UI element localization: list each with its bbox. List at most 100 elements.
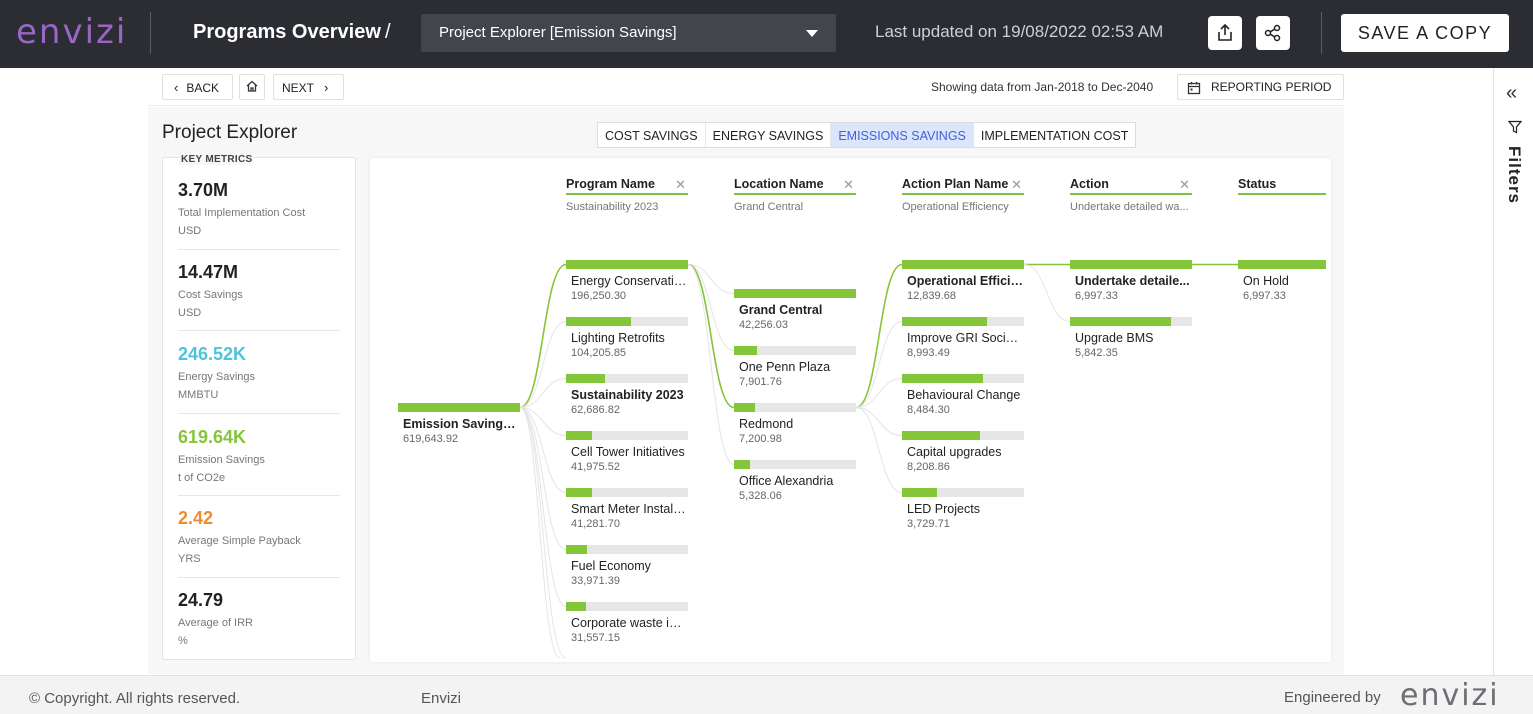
tree-node[interactable]: Office Alexandria 5,328.06 [734, 460, 856, 502]
node-bar [566, 374, 688, 383]
tree-node[interactable]: Grand Central 42,256.03 [734, 289, 856, 331]
tree-node[interactable]: Sustainability 2023 62,686.82 [566, 374, 688, 416]
tab-energy-savings[interactable]: ENERGY SAVINGS [706, 123, 832, 147]
node-bar [902, 260, 1024, 269]
node-label: Upgrade BMS [1075, 331, 1154, 345]
tree-link [519, 407, 567, 659]
metric-label: Cost Savings [178, 289, 243, 301]
tree-node[interactable]: On Hold 6,997.33 [1238, 260, 1326, 302]
tree-node[interactable]: Undertake detaile... 6,997.33 [1070, 260, 1192, 302]
header-divider [150, 12, 151, 54]
metric-label: Total Implementation Cost [178, 207, 306, 219]
node-bar-fill [566, 545, 587, 554]
reporting-period-button[interactable]: REPORTING PERIOD [1177, 74, 1344, 100]
tree-node[interactable]: One Penn Plaza 7,901.76 [734, 346, 856, 388]
tree-node[interactable]: Emission Savings i... 619,643.92 [398, 403, 520, 445]
column-header-label[interactable]: Program Name [566, 177, 688, 195]
node-value: 31,557.15 [571, 632, 620, 644]
node-bar-fill [566, 260, 688, 269]
metric-card: 619.64K Emission Savings t of CO2e [178, 427, 340, 496]
tree-node[interactable]: Behavioural Change 8,484.30 [902, 374, 1024, 416]
node-label: Operational Efficie... [907, 274, 1024, 288]
tab-emissions-savings[interactable]: EMISSIONS SAVINGS [831, 123, 974, 147]
column-header-label[interactable]: Status [1238, 177, 1326, 195]
node-bar-fill [902, 317, 988, 326]
tree-node[interactable]: Lighting Retrofits 104,205.85 [566, 317, 688, 359]
export-icon [1218, 23, 1232, 41]
metric-card: 246.52K Energy Savings MMBTU [178, 344, 340, 414]
tree-node[interactable]: Operational Efficie... 12,839.68 [902, 260, 1024, 302]
column-header-label[interactable]: Action Plan Name [902, 177, 1024, 195]
node-bar [1238, 260, 1326, 269]
home-button[interactable] [239, 74, 265, 100]
node-label: Smart Meter Installa... [571, 502, 688, 516]
column-header-label[interactable]: Location Name [734, 177, 856, 195]
close-icon[interactable]: ✕ [843, 177, 854, 193]
column-header-status: Status [1238, 177, 1326, 201]
back-button[interactable]: ‹ BACK [162, 74, 233, 100]
save-copy-button[interactable]: SAVE A COPY [1341, 14, 1509, 52]
breadcrumb-separator: / [385, 21, 391, 43]
collapse-double-chevron-icon[interactable]: « [1506, 82, 1517, 105]
close-icon[interactable]: ✕ [675, 177, 686, 193]
node-bar [902, 374, 1024, 383]
close-icon[interactable]: ✕ [1179, 177, 1190, 193]
column-header-selection: Operational Efficiency [902, 201, 1009, 213]
node-bar-fill [566, 602, 586, 611]
export-button[interactable] [1208, 16, 1242, 50]
envizi-logo: envizi [16, 12, 128, 52]
tab-implementation-cost[interactable]: IMPLEMENTATION COST [974, 123, 1135, 147]
node-bar [902, 317, 1024, 326]
tree-node[interactable]: LED Projects 3,729.71 [902, 488, 1024, 530]
share-button[interactable] [1256, 16, 1290, 50]
node-bar [566, 602, 688, 611]
node-label: Cell Tower Initiatives [571, 445, 685, 459]
metric-value: 246.52K [178, 344, 247, 364]
tree-link [855, 407, 903, 493]
node-bar-fill [902, 260, 1024, 269]
node-label: Redmond [739, 417, 794, 431]
tree-node[interactable]: Upgrade BMS 5,842.35 [1070, 317, 1192, 359]
node-label: Fuel Economy [571, 559, 651, 573]
tree-node[interactable]: Capital upgrades 8,208.86 [902, 431, 1024, 473]
metric-label: Average Simple Payback [178, 535, 301, 547]
tree-node[interactable]: Cell Tower Initiatives 41,975.52 [566, 431, 688, 473]
next-button[interactable]: NEXT › [273, 74, 344, 100]
node-bar [734, 403, 856, 412]
node-bar-fill [566, 317, 631, 326]
tree-node[interactable]: Corporate waste init... 31,557.15 [566, 602, 688, 644]
node-bar-fill [734, 346, 758, 355]
key-metrics-panel: KEY METRICS 3.70M Total Implementation C… [162, 154, 356, 660]
tab-cost-savings[interactable]: COST SAVINGS [598, 123, 706, 147]
node-label: Sustainability 2023 [571, 388, 684, 402]
tree-node[interactable]: Fuel Economy 33,971.39 [566, 545, 688, 587]
tree-node[interactable]: Redmond 7,200.98 [734, 403, 856, 445]
home-icon [246, 80, 258, 92]
metric-unit: MMBTU [178, 389, 219, 401]
close-icon[interactable]: ✕ [1011, 177, 1022, 193]
tree-node[interactable]: Improve GRI Social ... 8,993.49 [902, 317, 1024, 359]
column-header-label[interactable]: Action [1070, 177, 1192, 195]
reporting-period-label: REPORTING PERIOD [1211, 80, 1332, 94]
funnel-icon[interactable] [1508, 120, 1522, 134]
view-select[interactable]: Project Explorer [Emission Savings] [421, 14, 836, 52]
chevron-down-icon [806, 30, 818, 37]
filters-toggle[interactable]: Filters [1504, 146, 1524, 204]
tree-node[interactable]: Smart Meter Installa... 41,281.70 [566, 488, 688, 530]
last-updated-text: Last updated on 19/08/2022 02:53 AM [875, 22, 1164, 41]
footer-envizi-logo: envizi [1400, 678, 1500, 713]
back-label: BACK [186, 81, 220, 95]
tree-node[interactable]: Energy Conservatio... 196,250.30 [566, 260, 688, 302]
tree-link [519, 407, 567, 607]
node-label: Lighting Retrofits [571, 331, 665, 345]
node-bar-fill [1070, 260, 1192, 269]
brand-text: Envizi [421, 690, 462, 707]
node-bar [734, 460, 856, 469]
node-value: 41,975.52 [571, 461, 620, 473]
node-bar-fill [566, 488, 592, 497]
nav-row: ‹ BACK NEXT › Showing data from Jan-2018 t… [148, 68, 1344, 106]
page-heading[interactable]: Programs Overview [193, 21, 381, 44]
node-label: Grand Central [739, 303, 823, 317]
node-label: Office Alexandria [739, 474, 834, 488]
next-label: NEXT [282, 81, 315, 95]
